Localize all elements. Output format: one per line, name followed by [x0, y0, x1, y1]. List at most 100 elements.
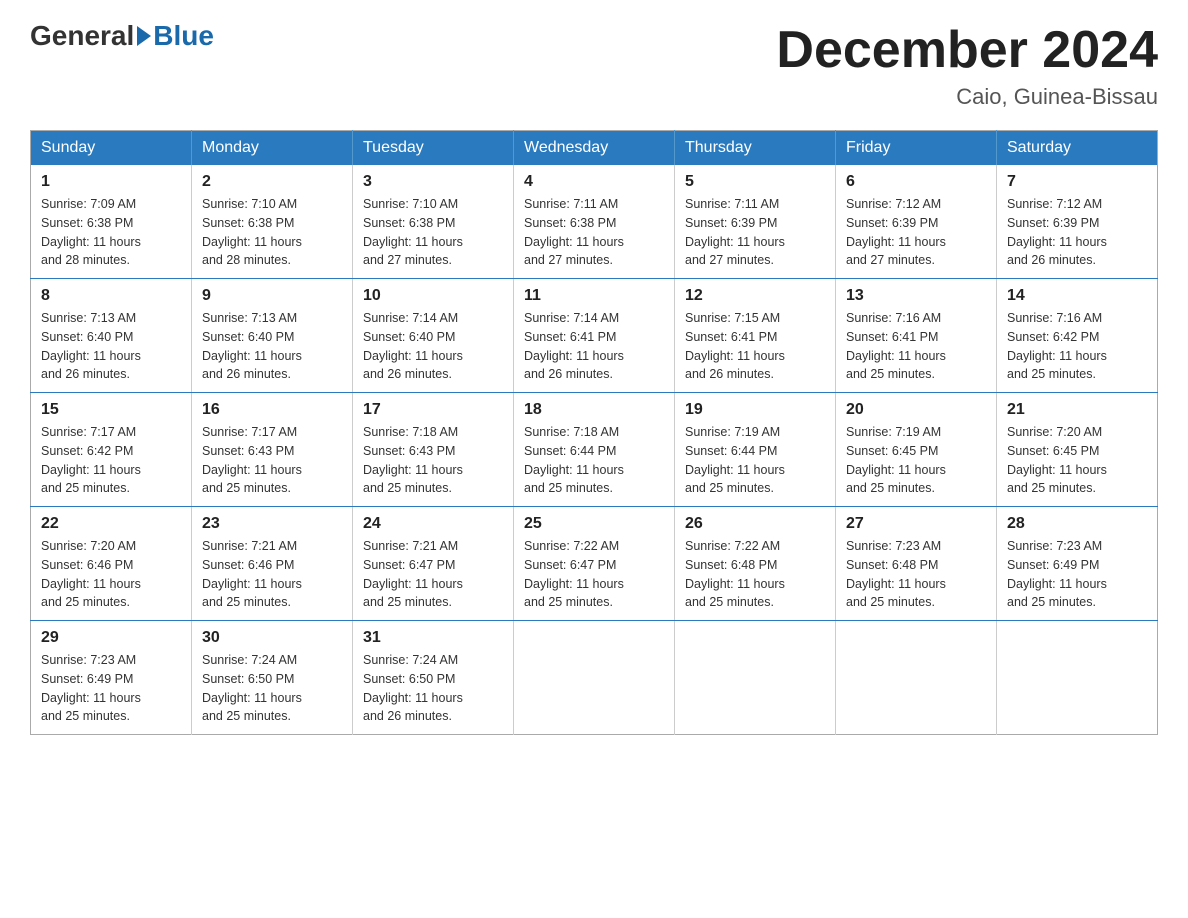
day-number: 17: [363, 401, 503, 419]
day-of-week-header: Tuesday: [353, 131, 514, 166]
day-info: Sunrise: 7:21 AMSunset: 6:47 PMDaylight:…: [363, 539, 463, 609]
day-info: Sunrise: 7:18 AMSunset: 6:44 PMDaylight:…: [524, 425, 624, 495]
day-info: Sunrise: 7:10 AMSunset: 6:38 PMDaylight:…: [363, 197, 463, 267]
calendar-day-cell: 7 Sunrise: 7:12 AMSunset: 6:39 PMDayligh…: [997, 165, 1158, 279]
calendar-day-cell: [997, 621, 1158, 735]
day-of-week-header: Monday: [192, 131, 353, 166]
day-number: 9: [202, 287, 342, 305]
day-of-week-header: Wednesday: [514, 131, 675, 166]
day-info: Sunrise: 7:12 AMSunset: 6:39 PMDaylight:…: [1007, 197, 1107, 267]
day-number: 11: [524, 287, 664, 305]
calendar-day-cell: 10 Sunrise: 7:14 AMSunset: 6:40 PMDaylig…: [353, 279, 514, 393]
day-number: 12: [685, 287, 825, 305]
calendar-day-cell: 23 Sunrise: 7:21 AMSunset: 6:46 PMDaylig…: [192, 507, 353, 621]
calendar-day-cell: 14 Sunrise: 7:16 AMSunset: 6:42 PMDaylig…: [997, 279, 1158, 393]
calendar-day-cell: 29 Sunrise: 7:23 AMSunset: 6:49 PMDaylig…: [31, 621, 192, 735]
day-info: Sunrise: 7:16 AMSunset: 6:42 PMDaylight:…: [1007, 311, 1107, 381]
day-number: 13: [846, 287, 986, 305]
day-info: Sunrise: 7:15 AMSunset: 6:41 PMDaylight:…: [685, 311, 785, 381]
calendar-day-cell: 25 Sunrise: 7:22 AMSunset: 6:47 PMDaylig…: [514, 507, 675, 621]
calendar-day-cell: 26 Sunrise: 7:22 AMSunset: 6:48 PMDaylig…: [675, 507, 836, 621]
day-info: Sunrise: 7:21 AMSunset: 6:46 PMDaylight:…: [202, 539, 302, 609]
day-number: 27: [846, 515, 986, 533]
calendar-day-cell: [675, 621, 836, 735]
calendar-day-cell: 8 Sunrise: 7:13 AMSunset: 6:40 PMDayligh…: [31, 279, 192, 393]
day-number: 3: [363, 173, 503, 191]
calendar-week-row: 8 Sunrise: 7:13 AMSunset: 6:40 PMDayligh…: [31, 279, 1158, 393]
day-number: 4: [524, 173, 664, 191]
calendar-day-cell: 24 Sunrise: 7:21 AMSunset: 6:47 PMDaylig…: [353, 507, 514, 621]
calendar-day-cell: 12 Sunrise: 7:15 AMSunset: 6:41 PMDaylig…: [675, 279, 836, 393]
day-of-week-header: Sunday: [31, 131, 192, 166]
calendar-body: 1 Sunrise: 7:09 AMSunset: 6:38 PMDayligh…: [31, 165, 1158, 735]
day-info: Sunrise: 7:12 AMSunset: 6:39 PMDaylight:…: [846, 197, 946, 267]
day-number: 20: [846, 401, 986, 419]
calendar-day-cell: 1 Sunrise: 7:09 AMSunset: 6:38 PMDayligh…: [31, 165, 192, 279]
day-of-week-header: Saturday: [997, 131, 1158, 166]
day-info: Sunrise: 7:10 AMSunset: 6:38 PMDaylight:…: [202, 197, 302, 267]
calendar-week-row: 29 Sunrise: 7:23 AMSunset: 6:49 PMDaylig…: [31, 621, 1158, 735]
day-info: Sunrise: 7:23 AMSunset: 6:49 PMDaylight:…: [41, 653, 141, 723]
day-info: Sunrise: 7:24 AMSunset: 6:50 PMDaylight:…: [202, 653, 302, 723]
day-number: 22: [41, 515, 181, 533]
day-info: Sunrise: 7:19 AMSunset: 6:44 PMDaylight:…: [685, 425, 785, 495]
day-number: 26: [685, 515, 825, 533]
logo-arrow-icon: [137, 26, 151, 46]
day-info: Sunrise: 7:17 AMSunset: 6:42 PMDaylight:…: [41, 425, 141, 495]
calendar-day-cell: 27 Sunrise: 7:23 AMSunset: 6:48 PMDaylig…: [836, 507, 997, 621]
day-number: 19: [685, 401, 825, 419]
days-of-week-row: SundayMondayTuesdayWednesdayThursdayFrid…: [31, 131, 1158, 166]
calendar-day-cell: [836, 621, 997, 735]
day-info: Sunrise: 7:14 AMSunset: 6:40 PMDaylight:…: [363, 311, 463, 381]
calendar-day-cell: 17 Sunrise: 7:18 AMSunset: 6:43 PMDaylig…: [353, 393, 514, 507]
calendar-table: SundayMondayTuesdayWednesdayThursdayFrid…: [30, 130, 1158, 735]
day-info: Sunrise: 7:09 AMSunset: 6:38 PMDaylight:…: [41, 197, 141, 267]
calendar-day-cell: 5 Sunrise: 7:11 AMSunset: 6:39 PMDayligh…: [675, 165, 836, 279]
day-number: 18: [524, 401, 664, 419]
day-info: Sunrise: 7:20 AMSunset: 6:45 PMDaylight:…: [1007, 425, 1107, 495]
day-number: 15: [41, 401, 181, 419]
calendar-day-cell: 31 Sunrise: 7:24 AMSunset: 6:50 PMDaylig…: [353, 621, 514, 735]
day-info: Sunrise: 7:19 AMSunset: 6:45 PMDaylight:…: [846, 425, 946, 495]
day-number: 2: [202, 173, 342, 191]
calendar-day-cell: 19 Sunrise: 7:19 AMSunset: 6:44 PMDaylig…: [675, 393, 836, 507]
calendar-day-cell: 22 Sunrise: 7:20 AMSunset: 6:46 PMDaylig…: [31, 507, 192, 621]
day-number: 28: [1007, 515, 1147, 533]
calendar-week-row: 1 Sunrise: 7:09 AMSunset: 6:38 PMDayligh…: [31, 165, 1158, 279]
calendar-week-row: 22 Sunrise: 7:20 AMSunset: 6:46 PMDaylig…: [31, 507, 1158, 621]
day-of-week-header: Friday: [836, 131, 997, 166]
day-info: Sunrise: 7:22 AMSunset: 6:47 PMDaylight:…: [524, 539, 624, 609]
day-info: Sunrise: 7:24 AMSunset: 6:50 PMDaylight:…: [363, 653, 463, 723]
page-header: General Blue December 2024 Caio, Guinea-…: [30, 20, 1158, 110]
day-number: 5: [685, 173, 825, 191]
month-title: December 2024: [776, 20, 1158, 80]
day-number: 31: [363, 629, 503, 647]
day-info: Sunrise: 7:13 AMSunset: 6:40 PMDaylight:…: [41, 311, 141, 381]
calendar-week-row: 15 Sunrise: 7:17 AMSunset: 6:42 PMDaylig…: [31, 393, 1158, 507]
calendar-day-cell: 16 Sunrise: 7:17 AMSunset: 6:43 PMDaylig…: [192, 393, 353, 507]
day-info: Sunrise: 7:11 AMSunset: 6:39 PMDaylight:…: [685, 197, 785, 267]
logo-general-text: General: [30, 20, 134, 52]
day-number: 16: [202, 401, 342, 419]
day-number: 21: [1007, 401, 1147, 419]
day-number: 25: [524, 515, 664, 533]
day-number: 24: [363, 515, 503, 533]
calendar-day-cell: 30 Sunrise: 7:24 AMSunset: 6:50 PMDaylig…: [192, 621, 353, 735]
calendar-day-cell: 9 Sunrise: 7:13 AMSunset: 6:40 PMDayligh…: [192, 279, 353, 393]
calendar-day-cell: 28 Sunrise: 7:23 AMSunset: 6:49 PMDaylig…: [997, 507, 1158, 621]
title-area: December 2024 Caio, Guinea-Bissau: [776, 20, 1158, 110]
calendar-day-cell: 15 Sunrise: 7:17 AMSunset: 6:42 PMDaylig…: [31, 393, 192, 507]
day-number: 14: [1007, 287, 1147, 305]
logo-blue-text: Blue: [153, 20, 214, 52]
day-info: Sunrise: 7:14 AMSunset: 6:41 PMDaylight:…: [524, 311, 624, 381]
calendar-day-cell: 3 Sunrise: 7:10 AMSunset: 6:38 PMDayligh…: [353, 165, 514, 279]
calendar-day-cell: 4 Sunrise: 7:11 AMSunset: 6:38 PMDayligh…: [514, 165, 675, 279]
calendar-day-cell: 2 Sunrise: 7:10 AMSunset: 6:38 PMDayligh…: [192, 165, 353, 279]
logo: General Blue: [30, 20, 214, 52]
calendar-header: SundayMondayTuesdayWednesdayThursdayFrid…: [31, 131, 1158, 166]
day-number: 30: [202, 629, 342, 647]
day-number: 7: [1007, 173, 1147, 191]
day-info: Sunrise: 7:17 AMSunset: 6:43 PMDaylight:…: [202, 425, 302, 495]
calendar-day-cell: 13 Sunrise: 7:16 AMSunset: 6:41 PMDaylig…: [836, 279, 997, 393]
day-info: Sunrise: 7:16 AMSunset: 6:41 PMDaylight:…: [846, 311, 946, 381]
